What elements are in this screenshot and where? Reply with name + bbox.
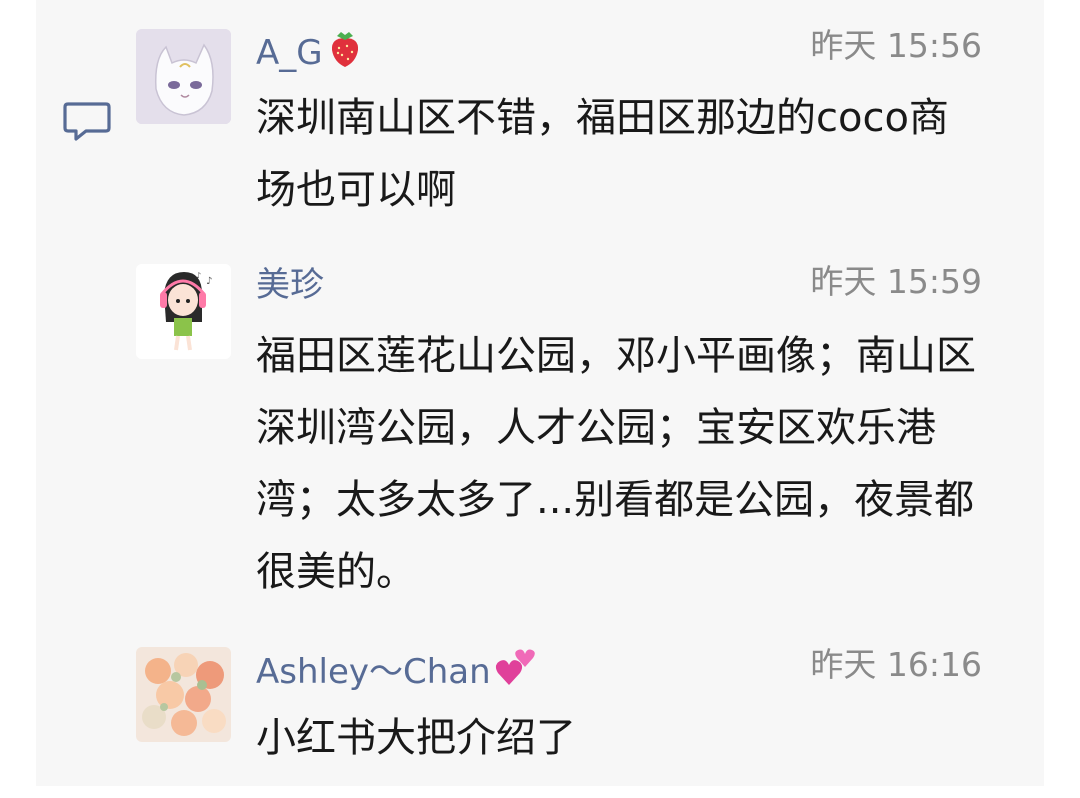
username[interactable]: A_G bbox=[256, 28, 363, 73]
strawberry-icon bbox=[331, 32, 358, 67]
white-cat-avatar-icon bbox=[136, 29, 231, 124]
username[interactable]: Ashley～Chan bbox=[256, 647, 537, 692]
timestamp: 昨天 15:56 bbox=[810, 26, 982, 65]
two-hearts-icon bbox=[495, 649, 535, 685]
username[interactable]: 美珍 bbox=[256, 265, 324, 305]
comment-text: 深圳南山区不错，福田区那边的coco商场也可以啊 bbox=[256, 95, 949, 213]
svg-text:♪: ♪ bbox=[196, 271, 201, 280]
avatar[interactable] bbox=[136, 29, 231, 124]
comment-text: 福田区莲花山公园，邓小平画像；南山区深圳湾公园，人才公园；宝安区欢乐港湾；太多太… bbox=[256, 333, 976, 595]
cartoon-girl-avatar-icon: ♪ ♪ bbox=[136, 264, 231, 359]
timestamp: 昨天 15:59 bbox=[810, 262, 982, 301]
comment-text: 小红书大把介绍了 bbox=[256, 715, 576, 761]
avatar[interactable]: ♪ ♪ bbox=[136, 264, 231, 359]
comment-icon bbox=[63, 102, 111, 141]
flower-bouquet-avatar-icon bbox=[136, 647, 231, 742]
timestamp: 昨天 16:16 bbox=[810, 645, 982, 684]
avatar[interactable] bbox=[136, 647, 231, 742]
svg-text:♪: ♪ bbox=[206, 276, 212, 287]
